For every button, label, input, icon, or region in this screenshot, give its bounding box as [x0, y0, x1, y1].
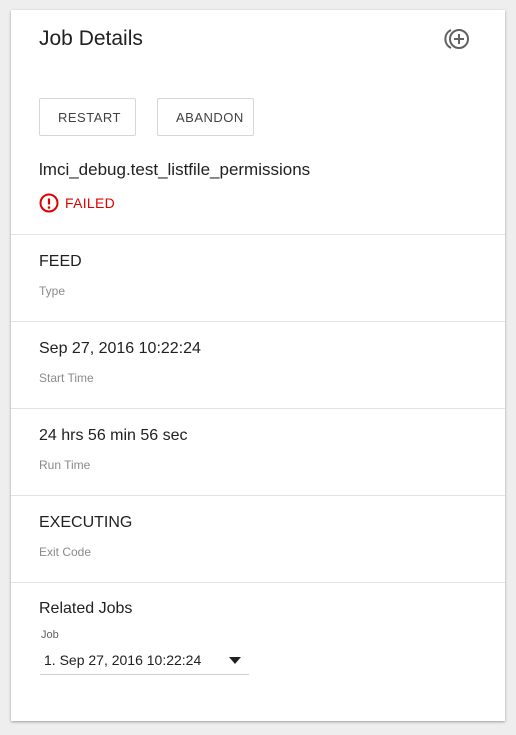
detail-run-time: 24 hrs 56 min 56 sec Run Time: [11, 408, 505, 495]
detail-value: 24 hrs 56 min 56 sec: [39, 427, 188, 444]
job-select[interactable]: 1. Sep 27, 2016 10:22:24: [40, 650, 249, 675]
detail-exit-code: EXECUTING Exit Code: [11, 495, 505, 582]
detail-start-time: Sep 27, 2016 10:22:24 Start Time: [11, 321, 505, 408]
job-details-card: Job Details RESTART ABANDON lmci_debug.t…: [11, 10, 505, 721]
status-badge: FAILED: [39, 193, 115, 213]
detail-value: FEED: [39, 253, 82, 270]
error-circle-icon: [39, 193, 59, 213]
restart-button[interactable]: RESTART: [39, 98, 136, 136]
related-jobs-title: Related Jobs: [39, 600, 133, 617]
dropdown-arrow-icon: [229, 657, 241, 664]
detail-type: FEED Type: [11, 234, 505, 321]
job-select-value: 1. Sep 27, 2016 10:22:24: [44, 652, 202, 668]
job-actions: RESTART ABANDON: [39, 98, 254, 136]
card-header: Job Details: [11, 10, 505, 70]
add-circle-history-icon[interactable]: [442, 26, 474, 52]
detail-value: Sep 27, 2016 10:22:24: [39, 340, 201, 357]
detail-label: Exit Code: [39, 545, 92, 559]
status-text: FAILED: [65, 195, 116, 211]
detail-label: Run Time: [39, 458, 91, 472]
page-title: Job Details: [39, 27, 143, 50]
job-name: lmci_debug.test_listfile_permissions: [39, 160, 311, 179]
detail-value: EXECUTING: [39, 514, 133, 531]
job-select-label: Job: [41, 629, 59, 641]
detail-label: Start Time: [39, 371, 94, 385]
abandon-button[interactable]: ABANDON: [157, 98, 254, 136]
detail-label: Type: [39, 284, 66, 298]
related-jobs-section: Related Jobs Job 1. Sep 27, 2016 10:22:2…: [11, 582, 505, 675]
